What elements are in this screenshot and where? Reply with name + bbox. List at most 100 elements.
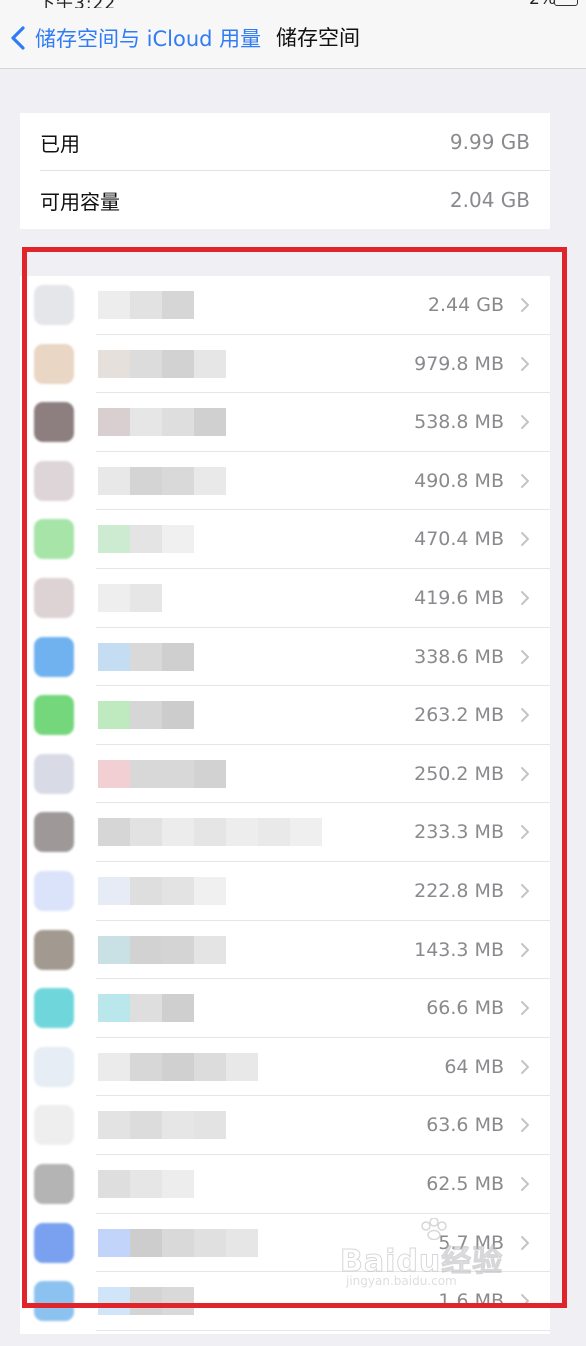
app-name-redacted xyxy=(98,759,226,788)
app-size: 5.7 MB xyxy=(438,1231,504,1254)
app-storage-row[interactable]: 62.5 MB xyxy=(20,1155,550,1214)
mosaic-block xyxy=(290,818,322,847)
app-storage-row[interactable]: 222.8 MB xyxy=(20,862,550,921)
chevron-right-icon xyxy=(521,1059,529,1074)
mosaic-block xyxy=(162,994,194,1023)
mosaic-block xyxy=(162,935,194,964)
app-name-redacted xyxy=(98,1111,226,1140)
page-title: 储存空间 xyxy=(276,26,360,50)
app-storage-row[interactable]: 419.6 MB xyxy=(20,569,550,628)
app-name-redacted xyxy=(98,876,226,905)
mosaic-block xyxy=(130,701,162,730)
mosaic-block xyxy=(98,1169,130,1198)
mosaic-block xyxy=(98,759,130,788)
app-name-redacted xyxy=(98,701,194,730)
app-name-redacted xyxy=(98,408,226,437)
mosaic-block xyxy=(98,1111,130,1140)
mosaic-block xyxy=(130,935,162,964)
back-button[interactable]: 储存空间与 iCloud 用量 xyxy=(8,14,261,62)
mosaic-block xyxy=(162,408,194,437)
battery-percent: 2% xyxy=(529,0,556,8)
mosaic-block xyxy=(98,525,130,554)
app-storage-row[interactable]: 263.2 MB xyxy=(20,686,550,745)
chevron-right-icon xyxy=(521,298,529,312)
app-name-redacted xyxy=(98,935,226,964)
chevron-right-icon xyxy=(521,766,529,781)
mosaic-block xyxy=(98,466,130,495)
mosaic-block xyxy=(130,525,162,554)
app-icon xyxy=(34,402,74,443)
app-size: 490.8 MB xyxy=(414,469,504,492)
app-icon xyxy=(34,460,74,501)
app-storage-row[interactable]: 2.44 GB xyxy=(20,276,550,335)
app-size: 419.6 MB xyxy=(414,586,504,609)
mosaic-block xyxy=(130,1052,162,1081)
app-icon xyxy=(34,1105,74,1146)
mosaic-block xyxy=(226,1228,258,1257)
mosaic-block xyxy=(226,818,258,847)
mosaic-block xyxy=(130,1228,162,1257)
mosaic-block xyxy=(162,466,194,495)
app-name-redacted xyxy=(98,525,194,554)
mosaic-block xyxy=(194,876,226,905)
chevron-left-icon xyxy=(11,26,25,50)
mosaic-block xyxy=(130,583,162,612)
app-name-redacted xyxy=(98,1287,194,1316)
mosaic-block xyxy=(130,1111,162,1140)
mosaic-block xyxy=(162,876,194,905)
app-size: 538.8 MB xyxy=(414,411,504,434)
chevron-right-icon xyxy=(521,942,529,957)
status-time: 下午3:22 xyxy=(38,0,116,8)
app-icon xyxy=(34,812,74,853)
mosaic-block xyxy=(162,759,194,788)
app-icon xyxy=(34,753,74,794)
mosaic-block xyxy=(98,818,130,847)
back-label: 储存空间与 iCloud 用量 xyxy=(35,27,262,51)
mosaic-block xyxy=(98,1287,130,1316)
mosaic-block xyxy=(130,994,162,1023)
app-storage-row[interactable]: 66.6 MB xyxy=(20,979,550,1038)
app-name-redacted xyxy=(98,583,162,612)
mosaic-block xyxy=(162,1228,194,1257)
app-size: 2.44 GB xyxy=(427,294,504,316)
chevron-right-icon xyxy=(521,1235,529,1250)
app-name-redacted xyxy=(98,466,226,495)
app-icon xyxy=(34,929,74,970)
app-storage-row[interactable]: 63.6 MB xyxy=(20,1096,550,1155)
app-storage-row[interactable]: 250.2 MB xyxy=(20,745,550,804)
mosaic-block xyxy=(98,701,130,730)
app-icon xyxy=(34,695,74,736)
app-storage-row[interactable]: 64 MB xyxy=(20,1038,550,1097)
app-size: 143.3 MB xyxy=(414,938,504,961)
app-storage-row[interactable]: 490.8 MB xyxy=(20,452,550,511)
app-storage-row[interactable]: 979.8 MB xyxy=(20,335,550,394)
mosaic-block xyxy=(194,1111,226,1140)
app-size: 250.2 MB xyxy=(414,762,504,785)
app-icon xyxy=(34,1222,74,1263)
mosaic-block xyxy=(98,994,130,1023)
app-storage-row[interactable]: 233.3 MB xyxy=(20,803,550,862)
chevron-right-icon xyxy=(521,532,529,547)
app-name-redacted xyxy=(98,642,194,671)
mosaic-block xyxy=(162,1111,194,1140)
chevron-right-icon xyxy=(521,473,529,488)
app-storage-row[interactable]: 338.6 MB xyxy=(20,628,550,687)
mosaic-block xyxy=(130,818,162,847)
app-size: 222.8 MB xyxy=(414,879,504,902)
app-name-redacted xyxy=(98,291,194,319)
mosaic-block xyxy=(194,935,226,964)
app-storage-row[interactable]: 5.7 MB xyxy=(20,1214,550,1273)
app-storage-row[interactable]: 143.3 MB xyxy=(20,921,550,980)
mosaic-block xyxy=(98,642,130,671)
app-size: 64 MB xyxy=(444,1055,504,1078)
app-storage-row[interactable]: 538.8 MB xyxy=(20,393,550,452)
app-icon xyxy=(34,1281,74,1322)
app-storage-row[interactable]: 1.6 MB xyxy=(20,1272,550,1331)
app-name-redacted xyxy=(98,1228,258,1257)
mosaic-block xyxy=(162,349,194,378)
mosaic-block xyxy=(98,291,130,319)
chevron-right-icon xyxy=(521,590,529,605)
mosaic-block xyxy=(130,759,162,788)
app-storage-row[interactable]: 470.4 MB xyxy=(20,510,550,569)
mosaic-block xyxy=(194,466,226,495)
